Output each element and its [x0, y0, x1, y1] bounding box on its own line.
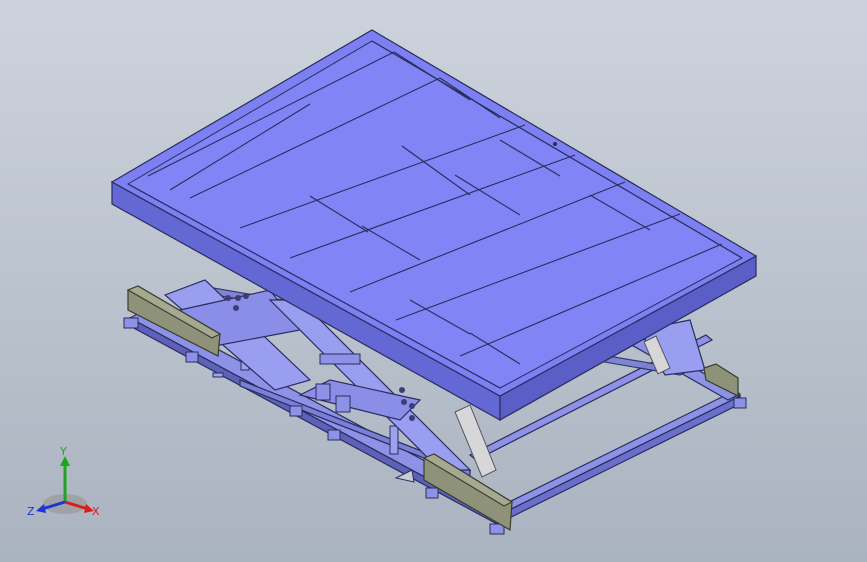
view-orientation-triad[interactable]: Y X Z — [22, 446, 112, 526]
bolt — [401, 399, 407, 405]
post — [212, 372, 224, 378]
scissor-lift-table-model[interactable] — [0, 0, 867, 562]
roller-block — [315, 383, 331, 401]
bolt — [243, 293, 249, 299]
bolt — [235, 295, 241, 301]
foot-pad — [733, 397, 747, 409]
roller-block — [319, 353, 361, 365]
bolt — [409, 415, 415, 421]
foot-pad — [185, 351, 199, 363]
post — [389, 425, 399, 455]
foot-pad — [289, 405, 303, 417]
z-axis-label: Z — [27, 505, 35, 518]
bolt — [409, 403, 415, 409]
platform-corner-marker — [553, 142, 557, 146]
roller-block — [335, 395, 351, 413]
bolt — [233, 305, 239, 311]
foot-pad — [123, 317, 139, 329]
base-rail-front-top — [495, 391, 742, 513]
bolt — [225, 295, 231, 301]
foot-pad — [425, 487, 439, 499]
y-axis-label: Y — [59, 446, 67, 458]
foot-pad — [327, 429, 341, 441]
graphics-viewport[interactable]: Y X Z — [0, 0, 867, 562]
x-axis-label: X — [92, 505, 100, 518]
base-rail-front — [496, 395, 741, 525]
bolt — [399, 387, 405, 393]
